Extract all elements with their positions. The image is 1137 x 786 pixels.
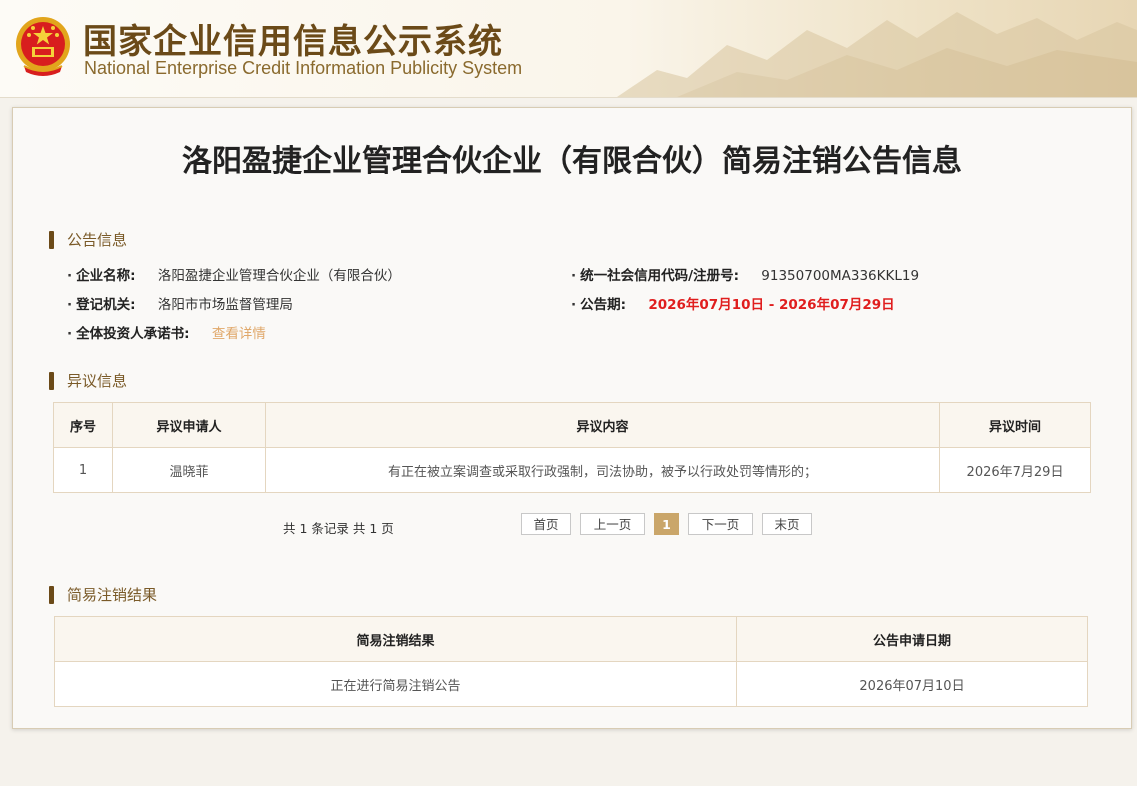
- credit-code-value: 91350700MA336KKL19: [761, 268, 920, 284]
- table-row: 1 温晓菲 有正在被立案调查或采取行政强制，司法协助，被予以行政处罚等情形的； …: [53, 447, 1091, 493]
- section-title-label: 异议信息: [67, 372, 128, 390]
- commitment-label: 全体投资人承诺书:: [76, 326, 190, 342]
- column-header: 序号: [53, 402, 113, 448]
- site-title-en: National Enterprise Credit Information P…: [84, 58, 523, 78]
- period-value: 2026年07月10日 - 2026年07月29日: [648, 297, 895, 313]
- section-title-result: 简易注销结果: [49, 585, 157, 605]
- objection-table: 序号 异议申请人 异议内容 异议时间 1 温晓菲 有正在被立案调查或采取行政强制…: [53, 402, 1091, 493]
- section-title-label: 简易注销结果: [67, 586, 158, 604]
- table-header-row: 序号 异议申请人 异议内容 异议时间: [53, 402, 1091, 448]
- credit-code-label: 统一社会信用代码/注册号:: [580, 268, 739, 284]
- commitment-row: · 全体投资人承诺书: 查看详情: [67, 326, 266, 342]
- table-row: 正在进行简易注销公告 2026年07月10日: [54, 661, 1088, 707]
- section-marker: [49, 231, 54, 249]
- company-name-value: 洛阳盈捷企业管理合伙企业（有限合伙）: [157, 268, 401, 284]
- column-header: 异议时间: [939, 402, 1091, 448]
- column-header: 公告申请日期: [736, 616, 1088, 662]
- table-cell: 2026年07月10日: [736, 661, 1088, 707]
- table-cell: 2026年7月29日: [939, 447, 1091, 493]
- pagination-summary: 共 1 条记录 共 1 页: [283, 521, 394, 536]
- section-title-objection: 异议信息: [49, 371, 127, 391]
- period-row: · 公告期: 2026年07月10日 - 2026年07月29日: [571, 297, 895, 313]
- announcement-panel: 洛阳盈捷企业管理合伙企业（有限合伙）简易注销公告信息 公告信息 · 企业名称: 洛…: [12, 107, 1132, 729]
- mountain-decoration: [617, 12, 1137, 97]
- last-page-button[interactable]: 末页: [762, 513, 812, 535]
- credit-code-row: · 统一社会信用代码/注册号: 91350700MA336KKL19: [571, 268, 920, 284]
- result-table: 简易注销结果 公告申请日期 正在进行简易注销公告 2026年07月10日: [54, 616, 1088, 707]
- table-cell: 正在进行简易注销公告: [54, 661, 737, 707]
- section-title-announcement: 公告信息: [49, 230, 127, 250]
- next-page-button[interactable]: 下一页: [688, 513, 753, 535]
- site-title-cn: 国家企业信用信息公示系统: [83, 22, 503, 62]
- first-page-button[interactable]: 首页: [521, 513, 571, 535]
- period-label: 公告期:: [580, 297, 627, 313]
- table-cell: 1: [53, 447, 113, 493]
- section-title-label: 公告信息: [67, 231, 128, 249]
- section-marker: [49, 586, 54, 604]
- column-header: 异议内容: [265, 402, 940, 448]
- company-name-label: 企业名称:: [76, 268, 136, 284]
- prev-page-button[interactable]: 上一页: [580, 513, 645, 535]
- site-header: 国家企业信用信息公示系统 National Enterprise Credit …: [0, 0, 1137, 98]
- table-header-row: 简易注销结果 公告申请日期: [54, 616, 1088, 662]
- table-cell: 有正在被立案调查或采取行政强制，司法协助，被予以行政处罚等情形的；: [265, 447, 940, 493]
- company-name-row: · 企业名称: 洛阳盈捷企业管理合伙企业（有限合伙）: [67, 268, 401, 284]
- section-marker: [49, 372, 54, 390]
- page-title: 洛阳盈捷企业管理合伙企业（有限合伙）简易注销公告信息: [182, 144, 962, 179]
- view-details-link[interactable]: 查看详情: [212, 326, 266, 342]
- column-header: 异议申请人: [112, 402, 266, 448]
- column-header: 简易注销结果: [54, 616, 737, 662]
- authority-value: 洛阳市市场监督管理局: [157, 297, 293, 313]
- national-emblem-icon[interactable]: [14, 14, 72, 78]
- current-page-button[interactable]: 1: [654, 513, 679, 535]
- authority-row: · 登记机关: 洛阳市市场监督管理局: [67, 297, 293, 313]
- table-cell: 温晓菲: [112, 447, 266, 493]
- authority-label: 登记机关:: [76, 297, 136, 313]
